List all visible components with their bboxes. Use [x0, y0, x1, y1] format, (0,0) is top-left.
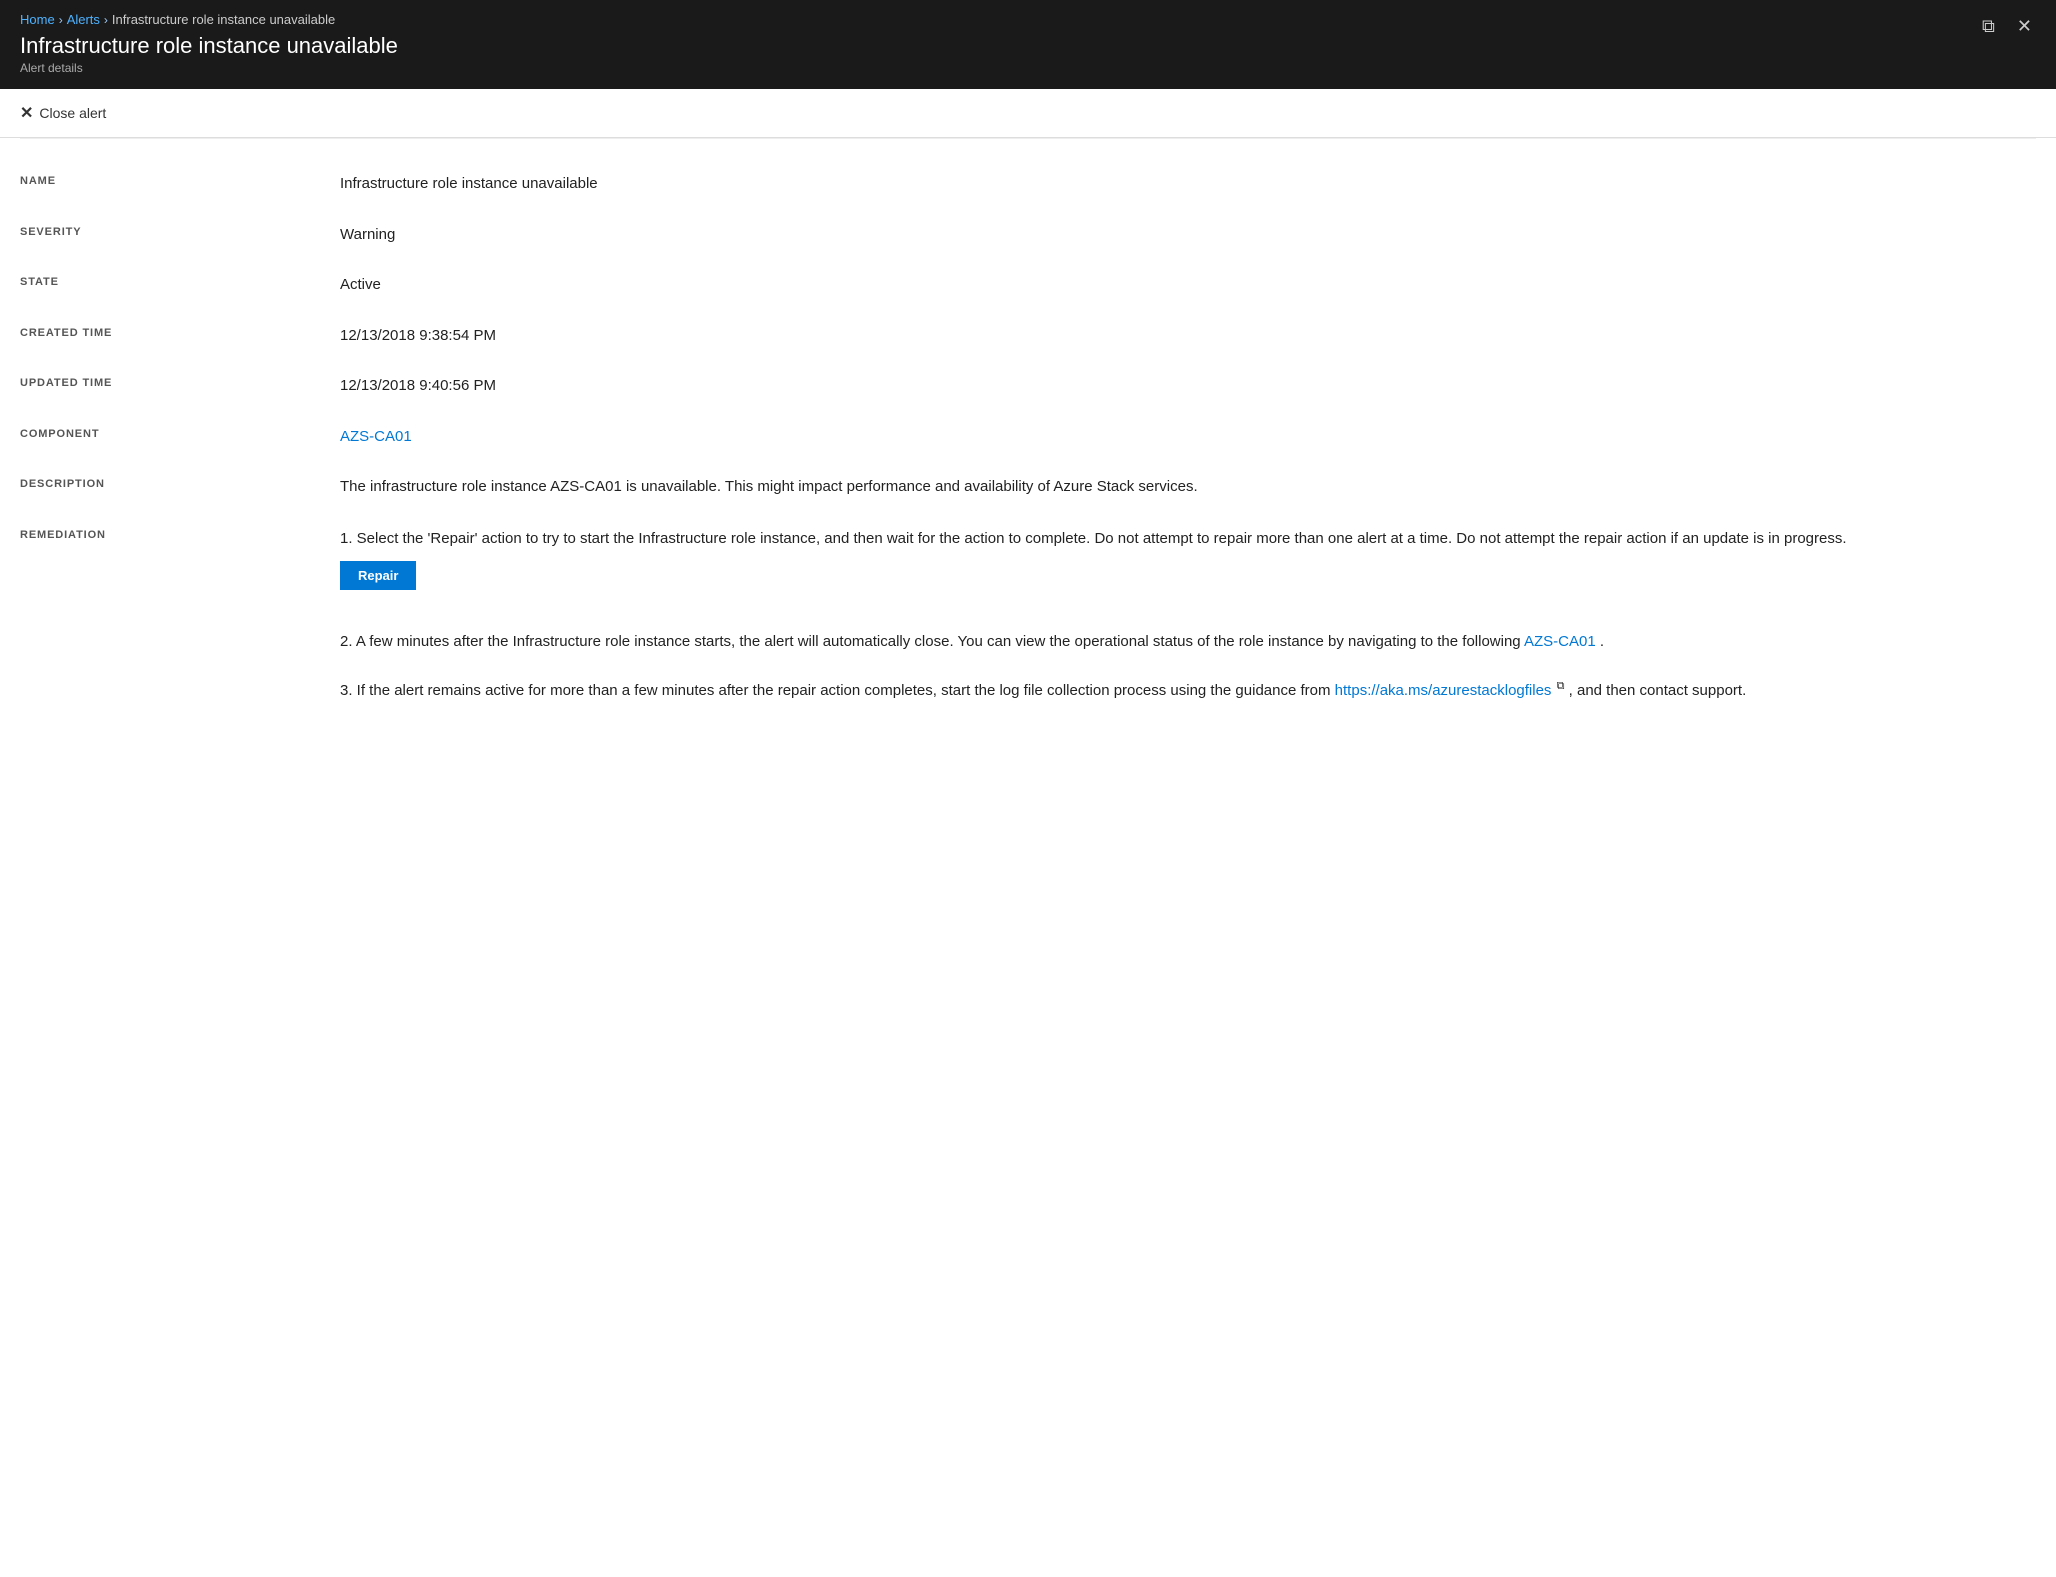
page-title: Infrastructure role instance unavailable	[20, 33, 2036, 59]
remediation-step-3: 3. If the alert remains active for more …	[340, 678, 2036, 703]
created-time-label: CREATED TIME	[20, 325, 340, 348]
remediation-step3-part1: 3. If the alert remains active for more …	[340, 682, 1331, 699]
field-row-created-time: CREATED TIME 12/13/2018 9:38:54 PM	[0, 311, 2056, 362]
severity-label: SEVERITY	[20, 224, 340, 247]
name-label: NAME	[20, 173, 340, 196]
updated-time-value: 12/13/2018 9:40:56 PM	[340, 375, 2036, 398]
remediation-step2-part1: 2. A few minutes after the Infrastructur…	[340, 633, 1521, 650]
field-row-severity: SEVERITY Warning	[0, 210, 2056, 261]
created-time-value: 12/13/2018 9:38:54 PM	[340, 325, 2036, 348]
remediation-step2-link[interactable]: AZS-CA01	[1524, 633, 1596, 650]
field-row-name: NAME Infrastructure role instance unavai…	[0, 159, 2056, 210]
remediation-step2-text: 2. A few minutes after the Infrastructur…	[340, 630, 2036, 654]
field-row-remediation: REMEDIATION 1. Select the 'Repair' actio…	[0, 513, 2056, 741]
breadcrumb-sep-1: ›	[59, 13, 63, 27]
field-row-component: COMPONENT AZS-CA01	[0, 412, 2056, 463]
component-value-link[interactable]: AZS-CA01	[340, 426, 2036, 449]
remediation-step2-part2: .	[1600, 633, 1604, 650]
breadcrumb: Home › Alerts › Infrastructure role inst…	[20, 12, 2036, 27]
description-value: The infrastructure role instance AZS-CA0…	[340, 476, 2036, 499]
breadcrumb-alerts-link[interactable]: Alerts	[67, 12, 100, 27]
close-button[interactable]: ✕	[2013, 14, 2036, 39]
severity-value: Warning	[340, 224, 2036, 247]
description-label: DESCRIPTION	[20, 476, 340, 499]
remediation-step3-link[interactable]: https://aka.ms/azurestacklogfiles	[1335, 682, 1552, 699]
field-row-state: STATE Active	[0, 260, 2056, 311]
remediation-content: 1. Select the 'Repair' action to try to …	[340, 527, 2036, 727]
remediation-step-1: 1. Select the 'Repair' action to try to …	[340, 527, 2036, 606]
state-value: Active	[340, 274, 2036, 297]
maximize-button[interactable]: ⧉	[1978, 14, 1999, 39]
page-subtitle: Alert details	[20, 61, 2036, 75]
close-icon: ✕	[2017, 16, 2032, 36]
remediation-step-2: 2. A few minutes after the Infrastructur…	[340, 630, 2036, 654]
field-row-description: DESCRIPTION The infrastructure role inst…	[0, 462, 2056, 513]
repair-button[interactable]: Repair	[340, 561, 416, 590]
field-row-updated-time: UPDATED TIME 12/13/2018 9:40:56 PM	[0, 361, 2056, 412]
toolbar: ✕ Close alert	[0, 89, 2056, 138]
external-link-icon: ⧉	[1557, 680, 1565, 692]
breadcrumb-current: Infrastructure role instance unavailable	[112, 12, 335, 27]
updated-time-label: UPDATED TIME	[20, 375, 340, 398]
page-header: Home › Alerts › Infrastructure role inst…	[0, 0, 2056, 89]
component-label: COMPONENT	[20, 426, 340, 449]
remediation-step3-text: 3. If the alert remains active for more …	[340, 678, 2036, 703]
breadcrumb-sep-2: ›	[104, 13, 108, 27]
alert-details-content: NAME Infrastructure role instance unavai…	[0, 139, 2056, 781]
maximize-icon: ⧉	[1982, 16, 1995, 36]
state-label: STATE	[20, 274, 340, 297]
name-value: Infrastructure role instance unavailable	[340, 173, 2036, 196]
remediation-label: REMEDIATION	[20, 527, 340, 727]
x-mark-icon: ✕	[20, 103, 33, 123]
remediation-step1-text: 1. Select the 'Repair' action to try to …	[340, 527, 2036, 551]
breadcrumb-home-link[interactable]: Home	[20, 12, 55, 27]
remediation-step3-part2: , and then contact support.	[1569, 682, 1747, 699]
close-alert-label: Close alert	[39, 105, 106, 121]
close-alert-button[interactable]: ✕ Close alert	[20, 99, 106, 127]
header-actions: ⧉ ✕	[1978, 14, 2036, 39]
